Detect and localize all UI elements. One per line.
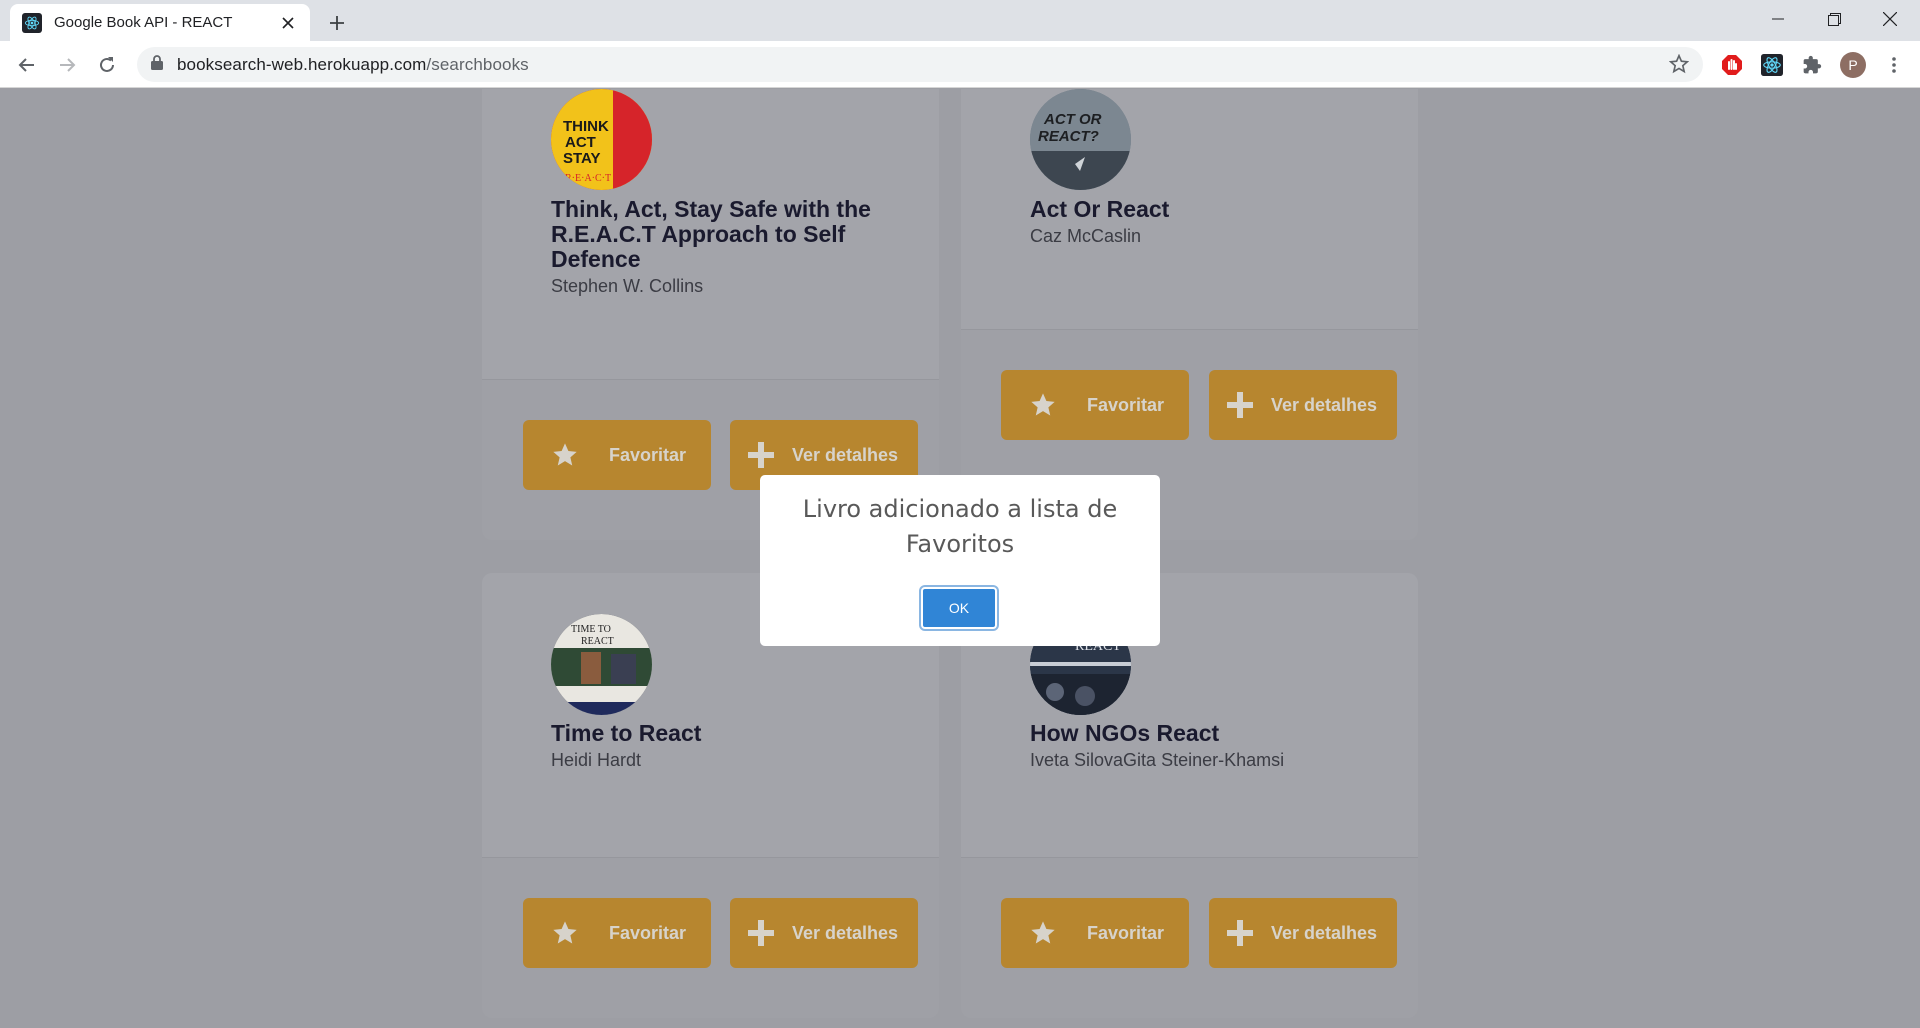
browser-menu-icon[interactable] bbox=[1880, 51, 1908, 79]
extensions-puzzle-icon[interactable] bbox=[1798, 51, 1826, 79]
close-window-icon[interactable] bbox=[1862, 0, 1918, 38]
svg-text:TIME TO: TIME TO bbox=[571, 624, 611, 635]
details-label: Ver detalhes bbox=[1271, 394, 1378, 415]
book-card-footer: Favoritar Ver detalhes bbox=[482, 858, 939, 1018]
svg-text:R·E·A·C·T: R·E·A·C·T bbox=[565, 173, 611, 184]
address-bar[interactable]: booksearch-web.herokuapp.com/searchbooks bbox=[137, 47, 1703, 82]
book-title: Time to React bbox=[551, 720, 702, 746]
plus-icon bbox=[748, 442, 774, 468]
plus-icon bbox=[748, 920, 774, 946]
book-card: ACT OR REACT? Act Or React Caz McCaslin … bbox=[961, 89, 1418, 540]
star-icon bbox=[553, 443, 577, 466]
dialog-message: Livro adicionado a lista de Favoritos bbox=[802, 495, 1118, 558]
details-button[interactable]: Ver detalhes bbox=[1209, 370, 1397, 440]
favorite-button[interactable]: Favoritar bbox=[523, 898, 711, 968]
favorite-button[interactable]: Favoritar bbox=[1001, 898, 1189, 968]
restore-window-icon[interactable] bbox=[1806, 0, 1862, 38]
star-icon bbox=[1031, 393, 1055, 416]
tab-strip: Google Book API - REACT bbox=[0, 0, 1920, 41]
book-cover-image: ACT OR REACT? bbox=[1030, 89, 1131, 190]
ok-button[interactable]: OK bbox=[921, 587, 997, 629]
star-icon bbox=[553, 921, 577, 944]
book-card: THINK ACT STAY R·E·A·C·T Think, Act, Sta… bbox=[482, 89, 939, 540]
book-author: Stephen W. Collins bbox=[551, 276, 704, 296]
favorite-label: Favoritar bbox=[609, 444, 687, 465]
minimize-window-icon[interactable] bbox=[1750, 0, 1806, 38]
plus-icon bbox=[1227, 920, 1253, 946]
svg-text:THINK: THINK bbox=[563, 118, 609, 135]
back-arrow-icon[interactable] bbox=[11, 49, 43, 81]
star-icon bbox=[1031, 921, 1055, 944]
url-path: /searchbooks bbox=[426, 54, 529, 74]
book-card-body: ACT OR REACT? Act Or React Caz McCaslin bbox=[961, 89, 1418, 330]
book-author: Heidi Hardt bbox=[551, 750, 642, 770]
url-domain: booksearch-web.herokuapp.com bbox=[177, 54, 427, 74]
reload-icon[interactable] bbox=[91, 49, 123, 81]
new-tab-button[interactable] bbox=[323, 9, 351, 37]
adblock-extension-icon[interactable] bbox=[1718, 51, 1746, 79]
bookmark-star-icon[interactable] bbox=[1668, 53, 1690, 79]
details-label: Ver detalhes bbox=[1271, 922, 1378, 943]
close-tab-icon[interactable] bbox=[278, 13, 298, 33]
book-title: Act Or React bbox=[1030, 196, 1170, 222]
book-author: Iveta SilovaGita Steiner-Khamsi bbox=[1030, 750, 1285, 770]
svg-text:STAY: STAY bbox=[563, 150, 601, 167]
favorite-added-dialog: Livro adicionado a lista de Favoritos OK bbox=[760, 475, 1160, 646]
book-author: Caz McCaslin bbox=[1030, 226, 1142, 246]
svg-text:REACT?: REACT? bbox=[1038, 128, 1099, 145]
book-card-body: THINK ACT STAY R·E·A·C·T Think, Act, Sta… bbox=[482, 89, 939, 380]
book-title: Think, Act, Stay Safe with the R.E.A.C.T… bbox=[551, 196, 871, 272]
lock-icon bbox=[151, 54, 163, 75]
favorite-label: Favoritar bbox=[1087, 922, 1165, 943]
details-label: Ver detalhes bbox=[792, 444, 899, 465]
plus-icon bbox=[1227, 392, 1253, 418]
book-card-footer: Favoritar Ver detalhes bbox=[961, 858, 1418, 1018]
details-button[interactable]: Ver detalhes bbox=[730, 898, 918, 968]
url-text: booksearch-web.herokuapp.com/searchbooks bbox=[177, 55, 529, 75]
favorite-label: Favoritar bbox=[1087, 394, 1165, 415]
favorite-button[interactable]: Favoritar bbox=[1001, 370, 1189, 440]
book-cover-image: TIME TO REACT bbox=[551, 614, 652, 715]
browser-toolbar: booksearch-web.herokuapp.com/searchbooks… bbox=[0, 41, 1920, 88]
browser-tab[interactable]: Google Book API - REACT bbox=[10, 4, 310, 41]
details-button[interactable]: Ver detalhes bbox=[1209, 898, 1397, 968]
svg-text:ACT OR: ACT OR bbox=[1043, 111, 1102, 128]
profile-avatar[interactable]: P bbox=[1840, 52, 1866, 78]
svg-text:ACT: ACT bbox=[565, 134, 596, 151]
favorite-label: Favoritar bbox=[609, 922, 687, 943]
react-devtools-extension-icon[interactable] bbox=[1758, 51, 1786, 79]
favorite-button[interactable]: Favoritar bbox=[523, 420, 711, 490]
book-title: How NGOs React bbox=[1030, 720, 1220, 746]
book-card-footer: Favoritar Ver detalhes bbox=[961, 330, 1418, 490]
react-favicon-icon bbox=[22, 12, 42, 33]
tab-title: Google Book API - REACT bbox=[54, 14, 233, 31]
book-cover-image: THINK ACT STAY R·E·A·C·T bbox=[551, 89, 652, 190]
svg-text:REACT: REACT bbox=[581, 636, 614, 647]
forward-arrow-icon[interactable] bbox=[51, 49, 83, 81]
details-label: Ver detalhes bbox=[792, 922, 899, 943]
